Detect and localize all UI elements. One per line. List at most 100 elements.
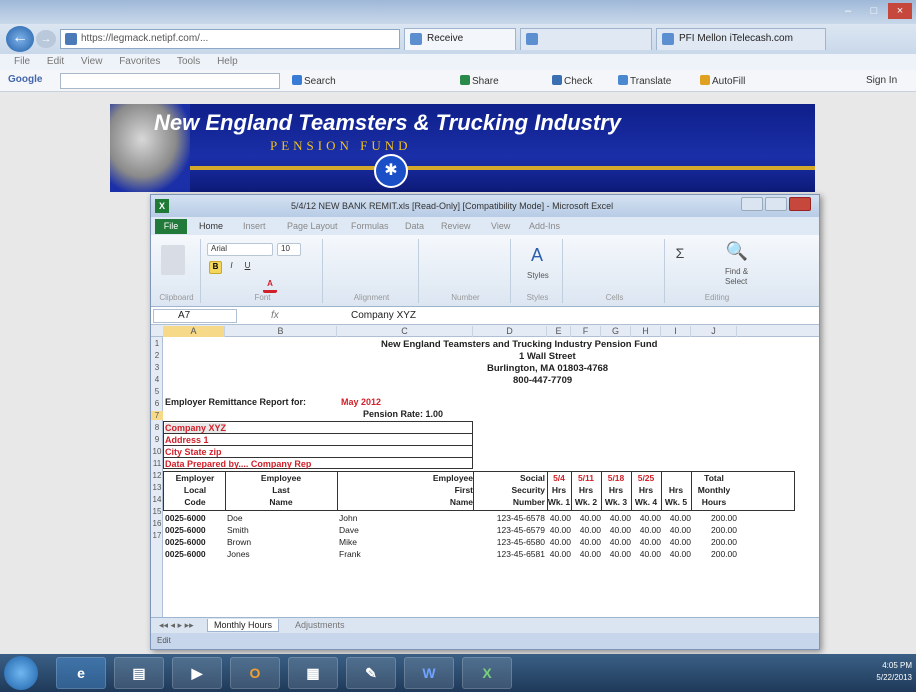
menu-view[interactable]: View [81,56,103,67]
tab-home[interactable]: Home [199,221,223,231]
forward-arrow-icon[interactable]: → [36,30,56,48]
sheet-tab-monthly-hours[interactable]: Monthly Hours [207,619,280,632]
underline-icon[interactable]: U [241,261,254,274]
city-state-zip[interactable]: City State zip [165,447,222,457]
cell-last[interactable]: Smith [227,525,337,535]
tab-page-layout[interactable]: Page Layout [287,221,338,231]
app-icon[interactable]: ✎ [346,657,396,689]
excel-maximize-button[interactable] [765,197,787,211]
maximize-button[interactable]: □ [862,3,886,19]
col-header-e[interactable]: E [547,326,571,337]
sheet-nav-arrows-icon[interactable]: ◂◂ ◂ ▸ ▸▸ [153,619,200,632]
row-number[interactable]: 16 [151,519,163,528]
menu-favorites[interactable]: Favorites [119,56,160,67]
excel-icon[interactable]: X [462,657,512,689]
name-box[interactable]: A7 [153,309,237,323]
minimize-button[interactable]: – [836,3,860,19]
cell-first[interactable]: Dave [339,525,459,535]
col-header-a[interactable]: A [163,326,225,337]
sheet-tab-adjustments[interactable]: Adjustments [289,619,351,631]
cell-w2[interactable]: 40.00 [571,537,601,547]
clock-date[interactable]: 5/22/2013 [876,672,912,684]
tab-insert[interactable]: Insert [243,221,266,231]
row-number[interactable]: 12 [151,471,163,480]
italic-icon[interactable]: I [225,261,238,274]
tab-review[interactable]: Review [441,221,471,231]
excel-minimize-button[interactable] [741,197,763,211]
tab-file[interactable]: File [155,219,187,234]
cell-w2[interactable]: 40.00 [571,513,601,523]
media-icon[interactable]: ▶ [172,657,222,689]
col-header-c[interactable]: C [337,326,473,337]
cell-total[interactable]: 200.00 [691,537,737,547]
find-label[interactable]: Find & [725,267,748,276]
cell-w5[interactable]: 40.00 [661,537,691,547]
start-button-icon[interactable] [4,656,38,690]
cell-total[interactable]: 200.00 [691,549,737,559]
autosum-icon[interactable]: Σ [673,245,687,261]
cell-w4[interactable]: 40.00 [631,537,661,547]
row-number[interactable]: 4 [151,375,163,384]
cell-total[interactable]: 200.00 [691,513,737,523]
cell-code[interactable]: 0025-6000 [165,525,225,535]
col-header-d[interactable]: D [473,326,547,337]
cell-ssn[interactable]: 123-45-6578 [473,513,545,523]
cell-w4[interactable]: 40.00 [631,549,661,559]
share-button[interactable]: Share [460,75,499,87]
outlook-icon[interactable]: O [230,657,280,689]
cell-w1[interactable]: 40.00 [547,513,571,523]
tab-data[interactable]: Data [405,221,424,231]
translate-button[interactable]: Translate [618,75,671,87]
company-name[interactable]: Company XYZ [165,423,227,433]
cell-code[interactable]: 0025-6000 [165,549,225,559]
cell-first[interactable]: Mike [339,537,459,547]
col-header-b[interactable]: B [225,326,337,337]
row-number[interactable]: 3 [151,363,163,372]
paste-icon[interactable] [161,245,185,275]
fx-icon[interactable]: fx [271,310,279,321]
col-header-j[interactable]: J [691,326,737,337]
row-number[interactable]: 13 [151,483,163,492]
menu-help[interactable]: Help [217,56,238,67]
cell-w2[interactable]: 40.00 [571,549,601,559]
sign-in-button[interactable]: Sign In [866,75,897,86]
row-number[interactable]: 15 [151,507,163,516]
prepared-by[interactable]: Data Prepared by.... Company Rep [165,459,311,469]
row-number[interactable]: 11 [151,459,163,468]
explorer-icon[interactable]: ▤ [114,657,164,689]
col-header-i[interactable]: I [661,326,691,337]
tab-receive[interactable]: Receive [404,28,516,50]
tab-formulas[interactable]: Formulas [351,221,389,231]
row-number[interactable]: 6 [151,399,163,408]
cell-last[interactable]: Brown [227,537,337,547]
font-name-select[interactable]: Arial [207,243,273,256]
address-line[interactable]: Address 1 [165,435,209,445]
back-arrow-icon[interactable]: ← [6,26,34,52]
row-number[interactable]: 8 [151,423,163,432]
search-button[interactable]: Search [292,75,336,87]
google-search-input[interactable] [60,73,280,89]
styles-icon[interactable]: A [525,245,549,269]
menu-tools[interactable]: Tools [177,56,200,67]
row-number[interactable]: 10 [151,447,163,456]
cell-w1[interactable]: 40.00 [547,537,571,547]
row-number[interactable]: 1 [151,339,163,348]
cell-w5[interactable]: 40.00 [661,525,691,535]
cell-code[interactable]: 0025-6000 [165,513,225,523]
row-number[interactable]: 14 [151,495,163,504]
formula-input[interactable]: Company XYZ [351,310,416,321]
word-icon[interactable]: W [404,657,454,689]
autofill-button[interactable]: AutoFill [700,75,745,87]
cell-w3[interactable]: 40.00 [601,513,631,523]
address-bar[interactable]: https://legmack.netipf.com/... [60,29,400,49]
worksheet-grid[interactable]: A B C D E F G H I J 1 2 3 4 5 6 7 8 9 10 11 12 13 14 1… [151,325,819,617]
cell-w4[interactable]: 40.00 [631,513,661,523]
cell-last[interactable]: Jones [227,549,337,559]
col-header-h[interactable]: H [631,326,661,337]
tab-blank[interactable] [520,28,652,50]
row-number[interactable]: 7 [151,411,163,420]
menu-edit[interactable]: Edit [47,56,64,67]
clock-time[interactable]: 4:05 PM [876,660,912,672]
cell-first[interactable]: Frank [339,549,459,559]
bold-icon[interactable]: B [209,261,222,274]
